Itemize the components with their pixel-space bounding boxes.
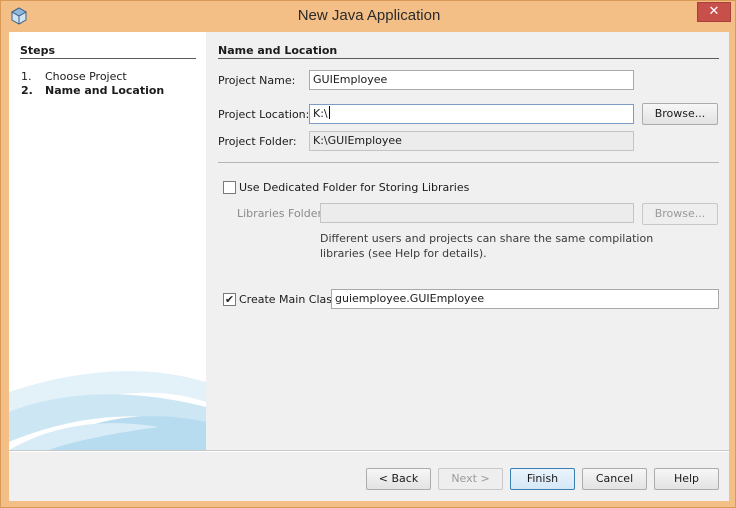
- title-bar[interactable]: New Java Application ✕: [1, 1, 736, 33]
- project-folder-value: K:\GUIEmployee: [313, 134, 402, 147]
- dialog-window: New Java Application ✕ Steps 1. Choose Pr…: [0, 0, 736, 508]
- finish-button[interactable]: Finish: [510, 468, 575, 490]
- window-title: New Java Application: [297, 7, 441, 24]
- next-button[interactable]: Next >: [438, 468, 503, 490]
- libraries-folder-label: Libraries Folder:: [237, 207, 326, 220]
- libraries-hint-line1: Different users and projects can share t…: [320, 232, 654, 245]
- project-location-field[interactable]: K:\: [309, 104, 634, 124]
- text-caret: [328, 106, 330, 119]
- help-button[interactable]: Help: [654, 468, 719, 490]
- create-main-class-checkbox[interactable]: ✔: [223, 293, 236, 306]
- step-label: Name and Location: [45, 84, 165, 97]
- project-name-label: Project Name:: [218, 74, 296, 87]
- step-number: 1.: [21, 70, 32, 83]
- libraries-hint-line2: libraries (see Help for details).: [320, 247, 487, 260]
- back-button[interactable]: < Back: [366, 468, 431, 490]
- project-folder-field[interactable]: K:\GUIEmployee: [309, 131, 634, 151]
- footer-divider-highlight: [9, 451, 729, 452]
- project-location-value: K:\: [313, 107, 328, 120]
- content-divider: [218, 58, 719, 59]
- dedicated-folder-label[interactable]: Use Dedicated Folder for Storing Librari…: [239, 181, 469, 194]
- create-main-class-label[interactable]: Create Main Class: [239, 293, 338, 306]
- content-heading: Name and Location: [218, 44, 338, 57]
- checkmark-icon: ✔: [224, 293, 235, 306]
- main-class-field[interactable]: guiemployee.GUIEmployee: [331, 289, 719, 309]
- steps-panel: Steps 1. Choose Project 2. Name and Locati…: [9, 32, 206, 450]
- decorative-swoosh-graphic: [9, 371, 206, 450]
- libraries-folder-field[interactable]: [320, 203, 634, 223]
- step-choose-project: 1. Choose Project: [21, 70, 127, 83]
- project-location-label: Project Location:: [218, 108, 310, 121]
- steps-heading: Steps: [20, 44, 56, 57]
- project-name-field[interactable]: GUIEmployee: [309, 70, 634, 90]
- step-label: Choose Project: [45, 70, 127, 83]
- dedicated-folder-checkbox[interactable]: [223, 181, 236, 194]
- step-name-and-location: 2. Name and Location: [21, 84, 164, 97]
- close-icon: ✕: [708, 4, 720, 19]
- close-button[interactable]: ✕: [697, 2, 731, 22]
- cancel-button[interactable]: Cancel: [582, 468, 647, 490]
- steps-divider: [20, 58, 196, 59]
- project-name-value: GUIEmployee: [313, 73, 388, 86]
- libraries-browse-button[interactable]: Browse...: [642, 203, 718, 225]
- project-location-browse-button[interactable]: Browse...: [642, 103, 718, 125]
- main-class-value: guiemployee.GUIEmployee: [335, 292, 485, 305]
- project-folder-label: Project Folder:: [218, 135, 297, 148]
- dialog-body: Steps 1. Choose Project 2. Name and Locati…: [9, 32, 729, 501]
- step-number: 2.: [21, 84, 33, 97]
- section-separator: [218, 162, 719, 163]
